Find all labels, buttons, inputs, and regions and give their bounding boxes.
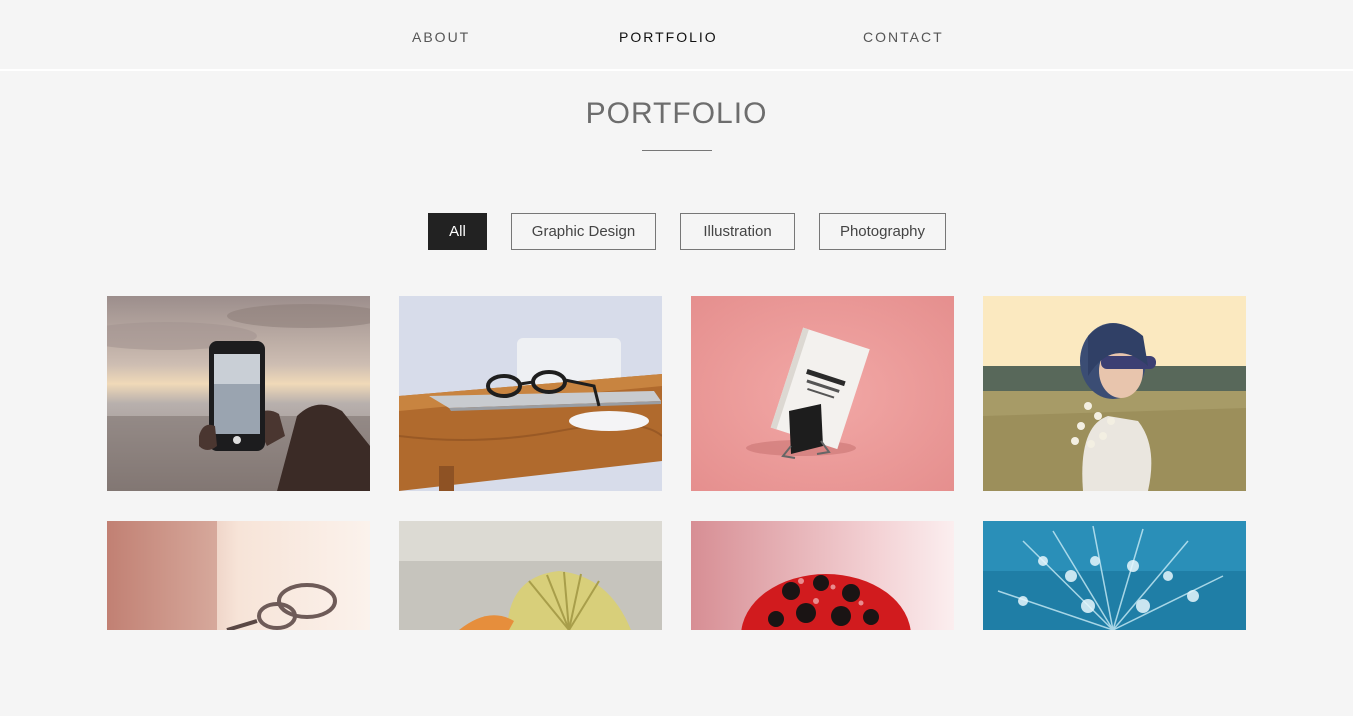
filter-photography-button[interactable]: Photography: [819, 213, 946, 250]
filter-graphic-design-button[interactable]: Graphic Design: [511, 213, 656, 250]
portfolio-item-pink-glasses[interactable]: [107, 521, 370, 716]
portfolio-item-seashell[interactable]: [399, 521, 662, 716]
blue-drops-image: [983, 521, 1246, 630]
seashell-image: [399, 521, 662, 630]
desk-glasses-image: [399, 296, 662, 491]
page-title: PORTFOLIO: [585, 97, 768, 130]
title-divider: [642, 150, 712, 151]
woman-flowers-image: [983, 296, 1246, 491]
portfolio-item-ladybug[interactable]: [691, 521, 954, 716]
filter-all-button[interactable]: All: [428, 213, 487, 250]
top-navigation: ABOUT PORTFOLIO CONTACT: [0, 0, 1353, 71]
portfolio-item-blue-drops[interactable]: [983, 521, 1246, 716]
nav-link-about[interactable]: ABOUT: [412, 29, 470, 45]
portfolio-item-phone-seaside[interactable]: [107, 296, 370, 491]
portfolio-item-card-mockup[interactable]: [691, 296, 954, 491]
ladybug-image: [691, 521, 954, 630]
pink-glasses-image: [107, 521, 370, 630]
nav-link-portfolio[interactable]: PORTFOLIO: [619, 29, 718, 45]
phone-seaside-image: [107, 296, 370, 491]
nav-link-contact[interactable]: CONTACT: [863, 29, 944, 45]
filter-illustration-button[interactable]: Illustration: [680, 213, 795, 250]
portfolio-item-desk-glasses[interactable]: [399, 296, 662, 491]
card-mockup-image: [691, 296, 954, 491]
portfolio-item-woman-flowers[interactable]: [983, 296, 1246, 491]
